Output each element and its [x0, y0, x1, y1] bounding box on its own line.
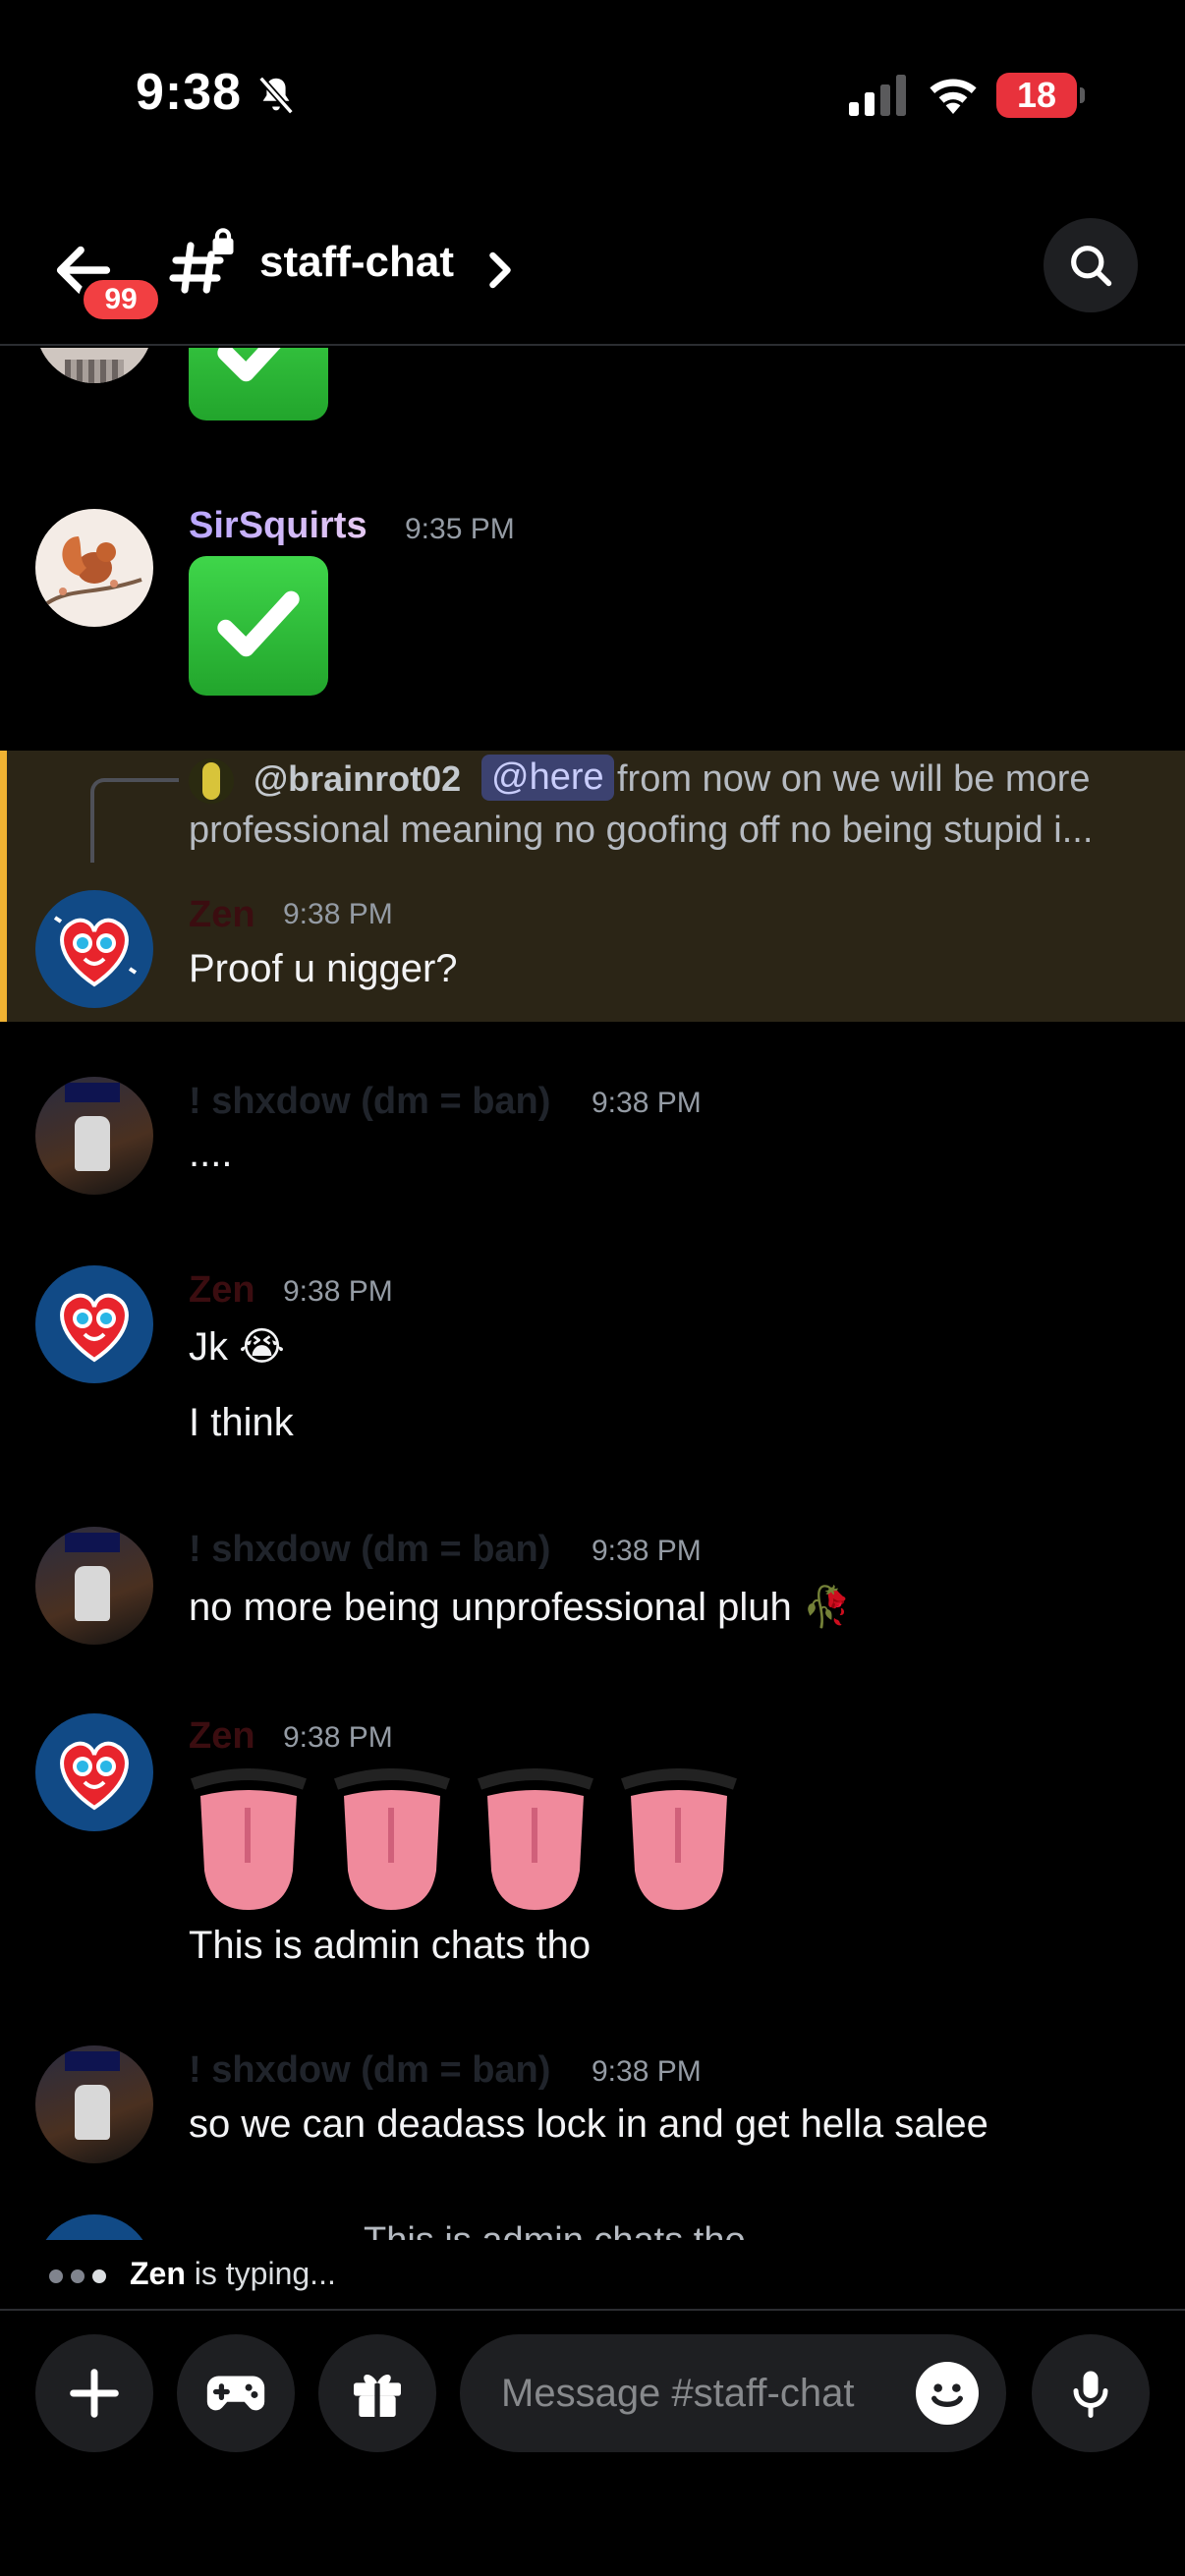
avatar[interactable]	[35, 1527, 153, 1645]
message-timestamp: 9:38 PM	[592, 2055, 702, 2088]
avatar[interactable]	[35, 2045, 153, 2163]
avatar[interactable]	[35, 1265, 153, 1383]
check-emoji	[189, 348, 328, 420]
cellular-signal-icon	[849, 75, 906, 116]
message-timestamp: 9:38 PM	[592, 1535, 702, 1567]
message-input[interactable]: Message #staff-chat	[460, 2334, 1006, 2452]
home-indicator-area	[0, 2486, 1185, 2576]
typing-label: is typing...	[194, 2256, 336, 2291]
bell-off-icon	[258, 76, 294, 115]
avatar[interactable]	[35, 348, 153, 383]
channel-title[interactable]: staff-chat	[259, 238, 454, 287]
message-author[interactable]: ! shxdow (dm = ban)	[189, 1081, 550, 1123]
message-timestamp: 9:38 PM	[283, 1275, 393, 1308]
message-author[interactable]: ! shxdow (dm = ban)	[189, 2049, 550, 2092]
avatar[interactable]	[35, 2214, 153, 2240]
wifi-icon	[930, 79, 977, 114]
gamepad-icon	[206, 2376, 265, 2411]
message-timestamp: 9:38 PM	[283, 898, 393, 930]
reply-author[interactable]: @brainrot02	[254, 758, 461, 800]
reply-connector	[90, 778, 179, 863]
typing-user: Zen	[130, 2256, 186, 2291]
emoji-picker-icon[interactable]	[916, 2362, 979, 2425]
typing-indicator: Zen is typing...	[0, 2240, 1185, 2309]
message-text[interactable]: ....	[189, 1132, 232, 1176]
status-bar: 9:38 18	[0, 0, 1185, 187]
status-time: 9:38	[136, 64, 243, 121]
tongue-emoji-row	[189, 1768, 759, 1916]
activities-button[interactable]	[177, 2334, 295, 2452]
add-attachment-button[interactable]	[35, 2334, 153, 2452]
message-text[interactable]: Proof u nigger?	[189, 947, 458, 991]
avatar[interactable]	[35, 509, 153, 627]
message-text[interactable]: so we can deadass lock in and get hella …	[189, 2102, 988, 2147]
search-button[interactable]	[1044, 218, 1138, 312]
avatar[interactable]	[35, 1077, 153, 1195]
reply-preview[interactable]: from now on we will be more	[617, 758, 1091, 801]
message-author[interactable]: ! shxdow (dm = ban)	[189, 1529, 550, 1571]
message-author[interactable]: Zen	[189, 1269, 255, 1312]
message-text[interactable]: This is admin chats tho	[189, 1924, 591, 1968]
tongue-emoji	[333, 1768, 450, 1910]
avatar[interactable]	[35, 890, 153, 1008]
gift-icon	[354, 2374, 401, 2417]
tongue-emoji	[477, 1768, 593, 1910]
chevron-right-icon[interactable]	[485, 246, 515, 295]
message-text[interactable]: I think	[189, 1401, 294, 1445]
message-author[interactable]: SirSquirts	[189, 505, 367, 547]
reply-preview[interactable]: professional meaning no goofing off no b…	[189, 810, 1093, 852]
tongue-emoji	[190, 1768, 307, 1910]
message-timestamp: 9:35 PM	[405, 513, 515, 545]
message-text[interactable]: This is admin chats tho	[364, 2220, 746, 2240]
reply-avatar	[189, 758, 234, 804]
gift-button[interactable]	[318, 2334, 436, 2452]
message-timestamp: 9:38 PM	[592, 1087, 702, 1119]
search-icon	[1071, 246, 1112, 287]
message-timestamp: 9:38 PM	[283, 1721, 393, 1754]
locked-channel-icon	[169, 228, 234, 294]
avatar[interactable]	[35, 1713, 153, 1831]
channel-header: 99 staff-chat	[0, 187, 1185, 346]
message-composer: Message #staff-chat	[0, 2309, 1185, 2486]
battery-indicator: 18	[996, 73, 1085, 118]
here-mention[interactable]: @here	[481, 755, 614, 801]
check-emoji	[189, 556, 328, 696]
microphone-icon	[1073, 2371, 1108, 2418]
voice-message-button[interactable]	[1032, 2334, 1150, 2452]
tongue-emoji	[620, 1768, 737, 1910]
typing-dots	[49, 2269, 106, 2283]
message-author[interactable]: Zen	[189, 894, 255, 936]
message-list[interactable]: SirSquirts 9:35 PM @brainrot02 @here fro…	[0, 348, 1185, 2240]
message-text[interactable]: no more being unprofessional pluh 🥀	[189, 1584, 852, 1630]
plus-icon	[70, 2369, 119, 2418]
message-text[interactable]: Jk 😭	[189, 1324, 285, 1370]
message-placeholder: Message #staff-chat	[501, 2372, 855, 2415]
message-author[interactable]: Zen	[189, 1715, 255, 1758]
unread-badge: 99	[79, 275, 163, 324]
